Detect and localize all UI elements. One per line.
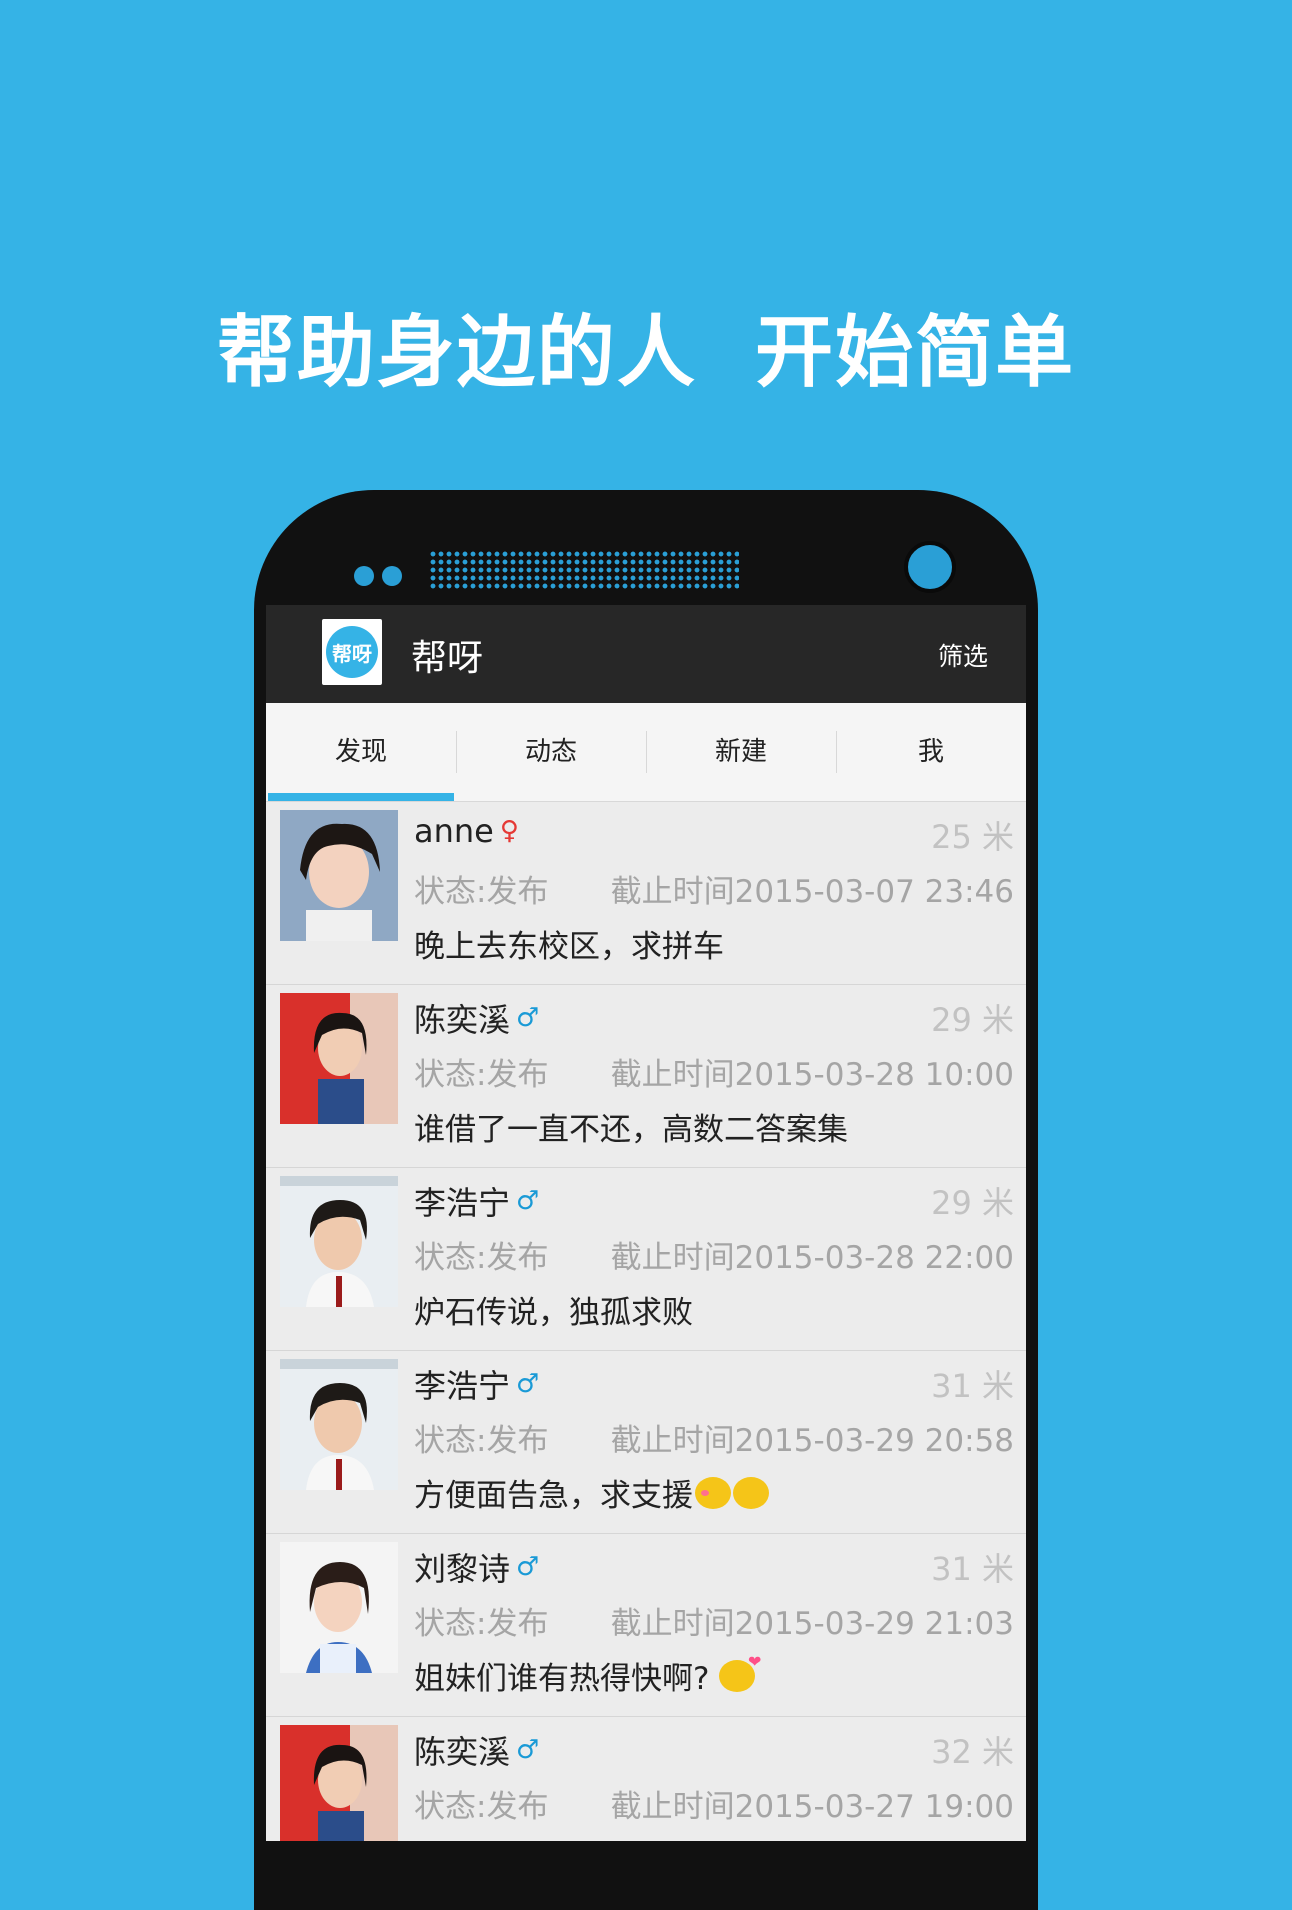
deadline: 截止时间2015-03-27 19:00 <box>610 1789 1014 1825</box>
feed-item[interactable]: 陈奕溪 ♂ 29 米 状态:发布 截止时间2015-03-28 10:00 谁借了… <box>266 985 1026 1168</box>
promo-headline: 帮助身边的人 开始简单 <box>216 308 1076 398</box>
user-name[interactable]: 陈奕溪 <box>414 995 510 1041</box>
avatar[interactable] <box>280 1725 398 1841</box>
distance: 29 米 <box>931 1001 1014 1039</box>
avatar[interactable] <box>280 993 398 1124</box>
post-text-content: 晚上去东校区，求拼车 <box>414 929 724 965</box>
avatar[interactable] <box>280 1359 398 1490</box>
tab-me[interactable]: 我 <box>836 703 1026 801</box>
filter-button[interactable]: 筛选 <box>938 637 988 673</box>
deadline: 截止时间2015-03-28 22:00 <box>610 1240 1014 1276</box>
tab-new[interactable]: 新建 <box>646 703 836 801</box>
user-name[interactable]: 李浩宁 <box>414 1361 510 1407</box>
speaker-grille <box>429 550 739 590</box>
female-icon: ♀ <box>499 816 519 846</box>
male-icon: ♂ <box>516 1735 540 1765</box>
avatar[interactable] <box>280 1542 398 1673</box>
post-text: 晚上去东校区，求拼车 <box>414 921 724 966</box>
user-name[interactable]: anne <box>414 812 494 850</box>
post-status: 状态:发布 <box>414 1606 549 1642</box>
post-status: 状态:发布 <box>414 1423 549 1459</box>
post-status: 状态:发布 <box>414 1240 549 1276</box>
app-logo-icon: 帮呀 <box>322 619 382 685</box>
feed-list: anne ♀ 25 米 状态:发布 截止时间2015-03-07 23:46 晚上… <box>266 802 1026 1841</box>
feed-item[interactable]: 陈奕溪 ♂ 32 米 状态:发布 截止时间2015-03-27 19:00 <box>266 1717 1026 1841</box>
post-status: 状态:发布 <box>414 1057 549 1093</box>
post-text-content: 谁借了一直不还，高数二答案集 <box>414 1112 848 1148</box>
app-screen: 帮呀 帮呀 筛选 发现 动态 新建 我 anne ♀ 25 米 状态:发布 截止时… <box>266 605 1026 1841</box>
distance: 31 米 <box>931 1550 1014 1588</box>
post-text: 方便面告急，求支援 <box>414 1470 769 1515</box>
distance: 29 米 <box>931 1184 1014 1222</box>
post-text-content: 姐妹们谁有热得快啊? <box>414 1661 710 1697</box>
feed-item[interactable]: 刘黎诗 ♂ 31 米 状态:发布 截止时间2015-03-29 21:03 姐妹们… <box>266 1534 1026 1717</box>
post-text-content: 方便面告急，求支援 <box>414 1478 693 1514</box>
tab-bar: 发现 动态 新建 我 <box>266 703 1026 802</box>
deadline: 截止时间2015-03-07 23:46 <box>610 874 1014 910</box>
post-text: 炉石传说，独孤求败 <box>414 1287 693 1332</box>
post-text: 谁借了一直不还，高数二答案集 <box>414 1104 848 1149</box>
user-name[interactable]: 李浩宁 <box>414 1178 510 1224</box>
blush-emoji-icon <box>695 1476 731 1509</box>
distance: 25 米 <box>931 818 1014 856</box>
post-text: 姐妹们谁有热得快啊? <box>414 1652 761 1698</box>
front-camera <box>904 541 956 593</box>
kiss-emoji-icon <box>719 1652 761 1692</box>
male-icon: ♂ <box>516 1186 540 1216</box>
male-icon: ♂ <box>516 1369 540 1399</box>
app-title: 帮呀 <box>411 638 484 679</box>
avatar[interactable] <box>280 1176 398 1307</box>
deadline: 截止时间2015-03-29 21:03 <box>610 1606 1014 1642</box>
avatar[interactable] <box>280 810 398 941</box>
tab-discover[interactable]: 发现 <box>266 703 456 801</box>
plead-emoji-icon <box>733 1476 769 1509</box>
deadline: 截止时间2015-03-29 20:58 <box>610 1423 1014 1459</box>
distance: 32 米 <box>931 1733 1014 1771</box>
user-name[interactable]: 刘黎诗 <box>414 1544 510 1590</box>
distance: 31 米 <box>931 1367 1014 1405</box>
sensor-dots <box>354 566 410 590</box>
user-name[interactable]: 陈奕溪 <box>414 1727 510 1773</box>
feed-item[interactable]: 李浩宁 ♂ 29 米 状态:发布 截止时间2015-03-28 22:00 炉石传… <box>266 1168 1026 1351</box>
feed-item[interactable]: 李浩宁 ♂ 31 米 状态:发布 截止时间2015-03-29 20:58 方便面… <box>266 1351 1026 1534</box>
app-logo-text: 帮呀 <box>326 626 378 678</box>
app-bar: 帮呀 帮呀 筛选 <box>266 605 1026 703</box>
male-icon: ♂ <box>516 1552 540 1582</box>
post-status: 状态:发布 <box>414 874 549 910</box>
feed-item[interactable]: anne ♀ 25 米 状态:发布 截止时间2015-03-07 23:46 晚上… <box>266 802 1026 985</box>
tab-activity[interactable]: 动态 <box>456 703 646 801</box>
post-status: 状态:发布 <box>414 1789 549 1825</box>
male-icon: ♂ <box>516 1003 540 1033</box>
deadline: 截止时间2015-03-28 10:00 <box>610 1057 1014 1093</box>
phone-frame: 帮呀 帮呀 筛选 发现 动态 新建 我 anne ♀ 25 米 状态:发布 截止时… <box>254 490 1038 1910</box>
post-text-content: 炉石传说，独孤求败 <box>414 1295 693 1331</box>
